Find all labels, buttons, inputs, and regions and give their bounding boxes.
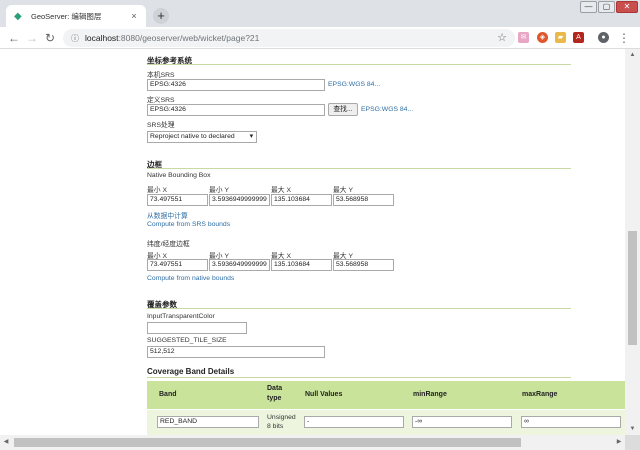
mail-extension-icon[interactable]: ✉ (518, 32, 529, 43)
folder-extension-icon[interactable]: ▰ (555, 32, 566, 43)
section-divider (147, 168, 571, 169)
browser-titlebar: ◆ GeoServer: 编辑图层 × + — ▢ ✕ (0, 0, 640, 27)
compute-from-srs-link[interactable]: Compute from SRS bounds (147, 221, 230, 228)
pdf-extension-icon[interactable]: A (573, 32, 584, 43)
native-max-y-input[interactable]: 53.568958 (333, 194, 394, 206)
url-host: localhost (85, 33, 119, 43)
tile-size-input[interactable]: 512,512 (147, 346, 325, 358)
scrollbar-corner (625, 435, 640, 450)
null-values-input[interactable]: - (304, 416, 404, 428)
address-bar[interactable]: ⓘ localhost :8080/geoserver/web/wicket/p… (63, 29, 515, 47)
native-bbox-label: Native Bounding Box (147, 172, 211, 179)
find-srs-button[interactable]: 查找... (328, 103, 358, 116)
srs-handling-label: SRS处理 (147, 122, 175, 129)
shield-extension-icon[interactable]: ◈ (537, 32, 548, 43)
native-min-x-input[interactable]: 73.497551 (147, 194, 208, 206)
minimize-button[interactable]: — (580, 1, 597, 13)
compute-from-data-link[interactable]: 从数据中计算 (147, 210, 188, 220)
browser-toolbar: ← → ↻ ⓘ localhost :8080/geoserver/web/wi… (0, 27, 640, 49)
section-divider (147, 377, 571, 378)
menu-dots-icon[interactable]: ⋮ (616, 30, 632, 46)
horizontal-scrollbar[interactable]: ◀ ▶ (0, 435, 625, 450)
browser-tab[interactable]: ◆ GeoServer: 编辑图层 × (6, 5, 146, 27)
section-divider (147, 64, 571, 65)
chevron-down-icon: ▾ (249, 133, 253, 140)
horizontal-scroll-thumb[interactable] (14, 438, 521, 447)
data-type-line1: Unsigned (267, 414, 296, 421)
bookmark-star-icon[interactable]: ☆ (497, 31, 507, 44)
min-range-input[interactable]: -∞ (412, 416, 512, 428)
native-srs-input[interactable]: EPSG:4326 (147, 79, 325, 91)
latlon-min-y-input[interactable]: 3.5936949999999 (209, 259, 270, 271)
transparent-color-input[interactable] (147, 322, 247, 334)
geoserver-favicon-icon: ◆ (14, 10, 22, 22)
compute-from-native-link[interactable]: Compute from native bounds (147, 275, 234, 282)
srs-handling-select[interactable]: Reproject native to declared ▾ (147, 131, 257, 143)
transparent-color-label: InputTransparentColor (147, 313, 215, 320)
declared-srs-label: 定义SRS (147, 97, 175, 104)
tab-close-icon[interactable]: × (128, 11, 140, 21)
max-range-header: maxRange (522, 391, 558, 398)
forward-arrow-icon[interactable]: → (24, 30, 40, 46)
native-srs-wkt-link[interactable]: EPSG:WGS 84... (328, 81, 380, 88)
band-column-header: Band (159, 391, 177, 398)
reload-icon[interactable]: ↻ (42, 30, 58, 46)
page-viewport: 坐标参考系统 本机SRS EPSG:4326 EPSG:WGS 84... 定义… (0, 49, 625, 435)
close-window-button[interactable]: ✕ (616, 1, 638, 13)
latlon-max-y-input[interactable]: 53.568958 (333, 259, 394, 271)
maximize-button[interactable]: ▢ (598, 1, 615, 13)
max-range-input[interactable]: ∞ (521, 416, 621, 428)
data-type-header-line1: Data (267, 385, 283, 392)
max-x-label: 最大 X (271, 187, 292, 194)
null-values-header: Null Values (305, 391, 343, 398)
tab-title: GeoServer: 编辑图层 (31, 11, 102, 21)
url-path: :8080/geoserver/web/wicket/page?21 (118, 33, 260, 43)
latlon-max-x-input[interactable]: 135.103684 (271, 259, 332, 271)
native-min-y-input[interactable]: 3.5936949999999 (209, 194, 270, 206)
band-details-title: Coverage Band Details (147, 367, 235, 376)
min-x-label: 最小 X (147, 187, 168, 194)
declared-srs-input[interactable]: EPSG:4326 (147, 104, 325, 116)
scroll-left-arrow-icon[interactable]: ◀ (0, 435, 12, 450)
band-name-input[interactable]: RED_BAND (157, 416, 259, 428)
data-type-line2: 8 bits (267, 423, 284, 430)
info-icon[interactable]: ⓘ (71, 33, 79, 44)
vertical-scroll-thumb[interactable] (628, 231, 637, 345)
scroll-down-arrow-icon[interactable]: ▼ (625, 423, 640, 435)
declared-srs-wkt-link[interactable]: EPSG:WGS 84... (361, 106, 413, 113)
native-srs-label: 本机SRS (147, 72, 175, 79)
srs-handling-value: Reproject native to declared (150, 133, 235, 140)
data-type-header-line2: type (267, 395, 282, 402)
min-y-label: 最小 Y (209, 187, 230, 194)
new-tab-button[interactable]: + (153, 8, 169, 24)
vertical-scrollbar[interactable]: ▲ ▼ (625, 49, 640, 435)
tile-size-label: SUGGESTED_TILE_SIZE (147, 337, 227, 344)
band-table-header: Band Data type Null Values minRange maxR… (147, 381, 625, 409)
min-range-header: minRange (413, 391, 447, 398)
section-divider (147, 308, 571, 309)
native-max-x-input[interactable]: 135.103684 (271, 194, 332, 206)
window-controls: — ▢ ✕ (579, 1, 638, 13)
latlon-bbox-label: 纬度/经度边框 (147, 241, 190, 248)
scroll-right-arrow-icon[interactable]: ▶ (613, 435, 625, 450)
profile-avatar-icon[interactable]: ● (598, 32, 609, 43)
max-y-label: 最大 Y (333, 187, 354, 194)
scroll-up-arrow-icon[interactable]: ▲ (625, 49, 640, 61)
table-row: RED_BAND Unsigned 8 bits - -∞ ∞ (147, 409, 625, 435)
back-arrow-icon[interactable]: ← (6, 30, 22, 46)
latlon-min-x-input[interactable]: 73.497551 (147, 259, 208, 271)
